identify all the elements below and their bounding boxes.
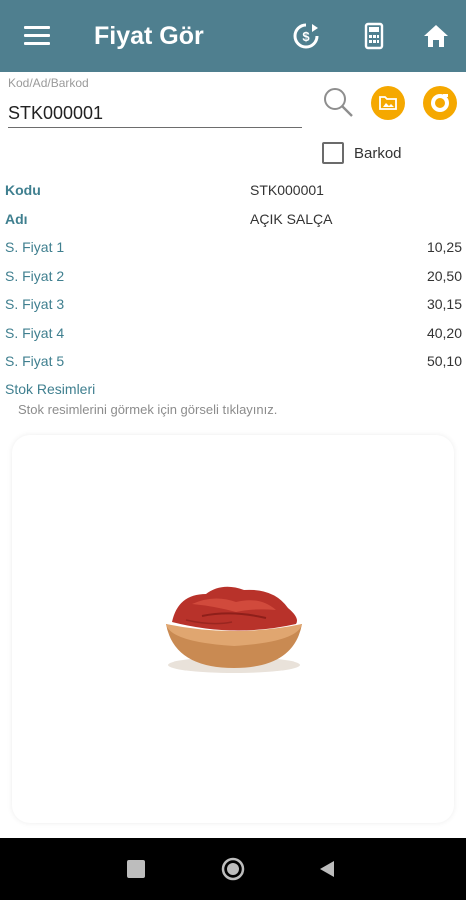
price-value-2: 20,50 bbox=[426, 268, 462, 284]
price-label-4: S. Fiyat 4 bbox=[5, 325, 65, 341]
price-value-1: 10,25 bbox=[426, 239, 462, 255]
stock-images-hint: Stok resimlerini görmek için görseli tık… bbox=[18, 402, 278, 417]
search-field-label: Kod/Ad/Barkod bbox=[8, 76, 89, 90]
price-value-5: 50,10 bbox=[426, 353, 462, 369]
kodu-value: STK000001 bbox=[250, 182, 324, 198]
adi-label: Adı bbox=[5, 211, 28, 227]
camera-icon bbox=[431, 94, 449, 112]
menu-icon[interactable] bbox=[24, 26, 50, 46]
refresh-currency-icon[interactable]: $ bbox=[292, 22, 320, 50]
price-label-3: S. Fiyat 3 bbox=[5, 296, 65, 312]
tomato-paste-bowl-image bbox=[166, 586, 302, 673]
folder-image-icon bbox=[379, 96, 397, 110]
calculator-icon[interactable] bbox=[360, 22, 388, 50]
page-title: Fiyat Gör bbox=[94, 22, 204, 50]
price-value-4: 40,20 bbox=[426, 325, 462, 341]
camera-button[interactable] bbox=[423, 86, 457, 120]
kodu-label: Kodu bbox=[5, 182, 41, 198]
gallery-button[interactable] bbox=[371, 86, 405, 120]
home-icon[interactable] bbox=[422, 22, 450, 50]
search-input[interactable] bbox=[8, 100, 302, 128]
home-circle-icon[interactable] bbox=[221, 857, 245, 881]
svg-text:$: $ bbox=[302, 29, 310, 44]
recents-square-icon[interactable] bbox=[127, 860, 145, 878]
stock-images-title: Stok Resimleri bbox=[5, 381, 96, 397]
price-label-1: S. Fiyat 1 bbox=[5, 239, 65, 255]
system-navigation-bar bbox=[0, 838, 466, 900]
stock-image-card[interactable] bbox=[12, 435, 454, 823]
barkod-checkbox[interactable] bbox=[322, 142, 344, 164]
adi-value: AÇIK SALÇA bbox=[250, 211, 333, 227]
barkod-label: Barkod bbox=[354, 145, 402, 162]
price-label-2: S. Fiyat 2 bbox=[5, 268, 65, 284]
search-icon[interactable] bbox=[322, 86, 354, 118]
price-value-3: 30,15 bbox=[426, 296, 462, 312]
price-label-5: S. Fiyat 5 bbox=[5, 353, 65, 369]
app-bar: Fiyat Gör $ bbox=[0, 0, 466, 72]
back-triangle-icon[interactable] bbox=[318, 859, 336, 879]
